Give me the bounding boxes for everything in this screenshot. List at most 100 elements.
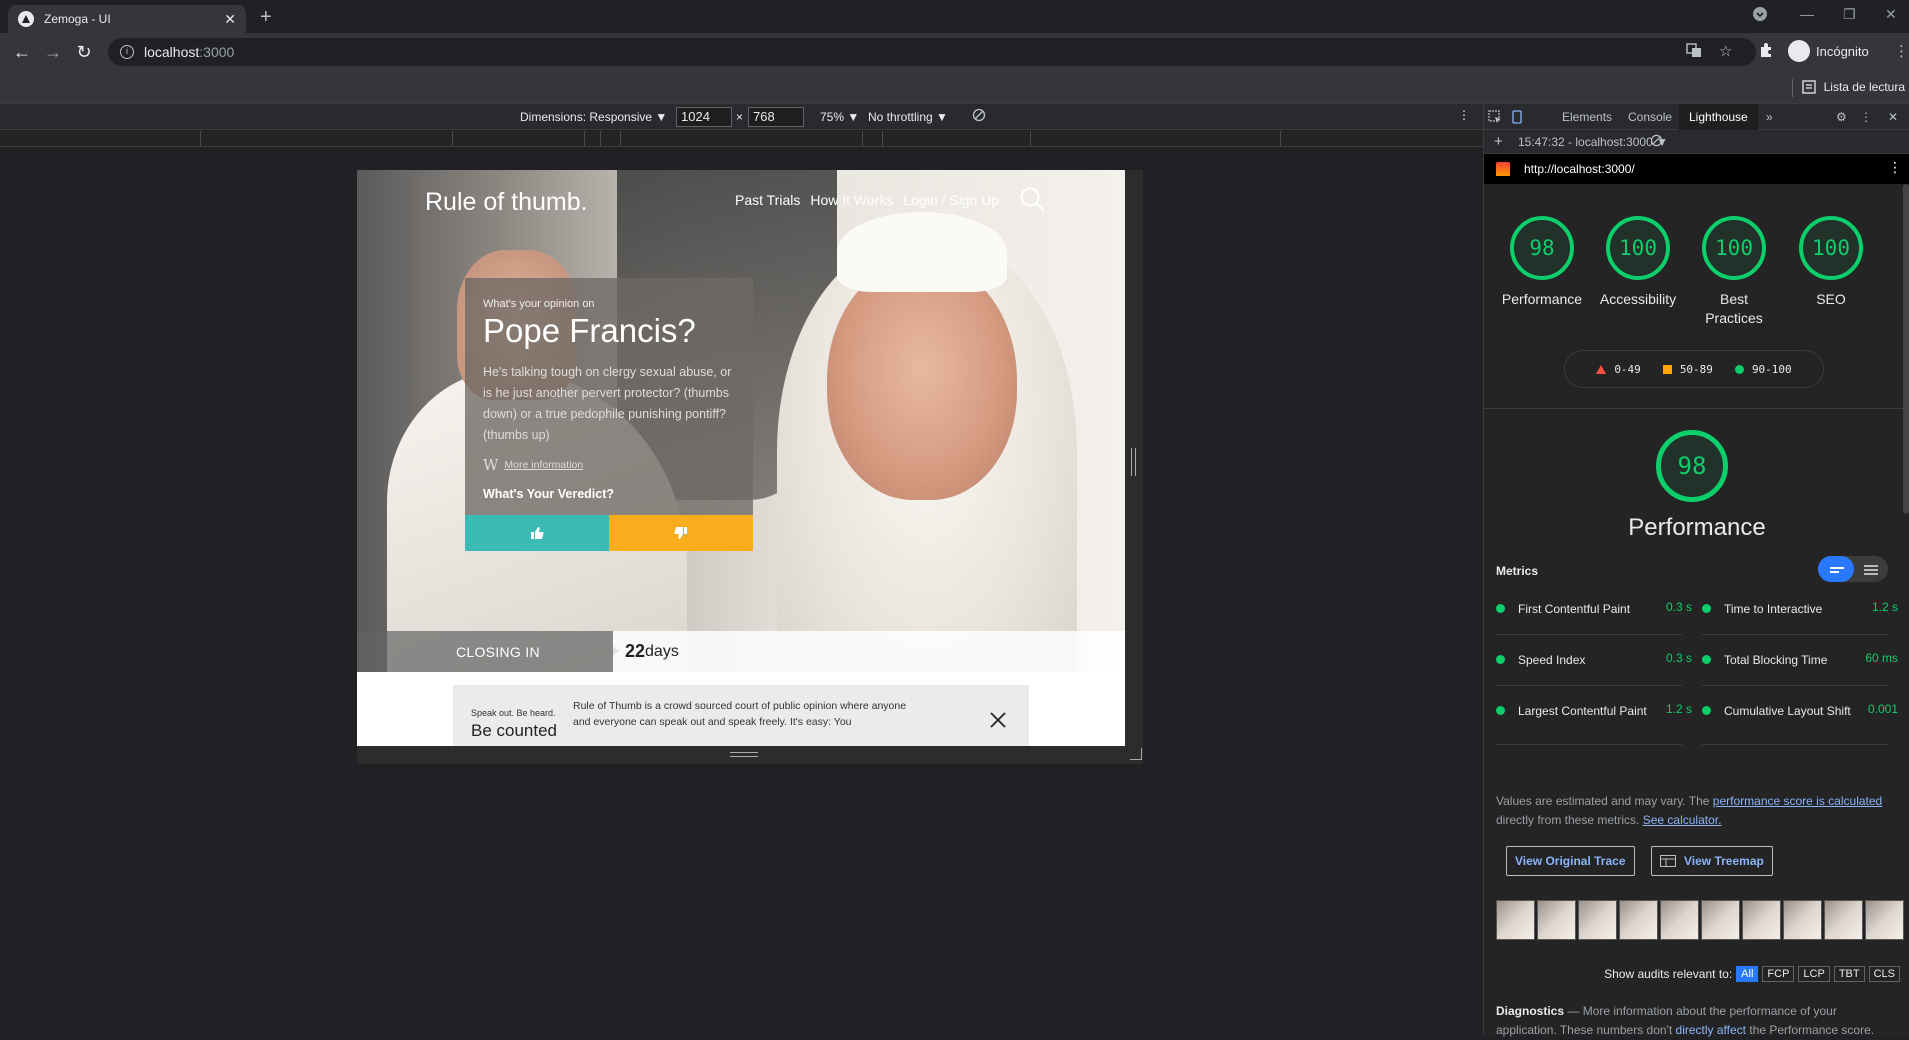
height-input[interactable]: 768: [748, 107, 804, 127]
bookmark-star-icon[interactable]: ☆: [1719, 42, 1732, 60]
filmstrip-frame: [1783, 900, 1822, 940]
score-calculated-link[interactable]: performance score is calculated: [1713, 794, 1882, 808]
reading-list-button[interactable]: Lista de lectura: [1801, 80, 1905, 94]
opinion-title: Pope Francis?: [483, 312, 696, 349]
nav-past-trials[interactable]: Past Trials: [735, 192, 800, 208]
forward-icon[interactable]: →: [43, 42, 63, 62]
close-window-icon[interactable]: ✕: [1885, 6, 1897, 23]
audit-filter-label: Show audits relevant to:: [1604, 967, 1733, 981]
resize-handle-bottom[interactable]: [357, 746, 1143, 764]
nav-login[interactable]: Login / Sign Up: [903, 192, 999, 208]
banner-body: Rule of Thumb is a crowd sourced court o…: [573, 700, 907, 728]
new-report-icon[interactable]: +: [1494, 133, 1503, 150]
resize-corner-handle[interactable]: [1130, 748, 1142, 760]
back-icon[interactable]: ←: [12, 42, 32, 62]
score-value: 100: [1606, 216, 1670, 280]
close-devtools-icon[interactable]: ✕: [1878, 104, 1908, 130]
gauge-performance[interactable]: 98 Performance: [1497, 216, 1587, 309]
lighthouse-toolbar: + 15:47:32 - localhost:3000 ▼: [1484, 130, 1909, 154]
filmstrip-frame: [1865, 900, 1904, 940]
new-tab-icon[interactable]: +: [260, 6, 272, 29]
tab-search-icon[interactable]: [1752, 6, 1768, 22]
see-calculator-link[interactable]: See calculator.: [1643, 813, 1722, 827]
minimize-icon[interactable]: —: [1800, 6, 1814, 22]
rotate-icon[interactable]: [972, 108, 986, 122]
filmstrip: [1496, 900, 1904, 940]
tab-lighthouse[interactable]: Lighthouse: [1679, 104, 1758, 130]
tab-strip: Zemoga - UI ✕ + — ❐ ✕: [0, 0, 1909, 33]
filter-tbt[interactable]: TBT: [1833, 966, 1865, 982]
clear-reports-icon[interactable]: [1650, 134, 1663, 147]
thumbs-up-button[interactable]: [465, 515, 609, 551]
report-menu-icon[interactable]: ⋮: [1888, 159, 1902, 176]
filmstrip-frame: [1619, 900, 1658, 940]
devtools-scrollbar[interactable]: [1903, 184, 1909, 514]
filter-cls[interactable]: CLS: [1868, 966, 1900, 982]
info-icon[interactable]: i: [120, 45, 134, 59]
filmstrip-frame: [1742, 900, 1781, 940]
close-tab-icon[interactable]: ✕: [224, 11, 236, 28]
legend-average: 50-89: [1662, 363, 1713, 376]
close-banner-icon[interactable]: [989, 711, 1007, 729]
address-bar[interactable]: i localhost:3000: [108, 38, 1756, 66]
more-information-link[interactable]: W More information: [483, 456, 583, 474]
hero-face: [827, 260, 1017, 500]
filmstrip-frame: [1701, 900, 1740, 940]
tab-title: Zemoga - UI: [44, 12, 111, 26]
gauge-seo[interactable]: 100 SEO: [1786, 216, 1876, 309]
thumbs-down-button[interactable]: [609, 515, 753, 551]
more-tabs-icon[interactable]: »: [1756, 104, 1783, 130]
resize-handle-right[interactable]: [1125, 170, 1143, 746]
tab-elements[interactable]: Elements: [1552, 104, 1622, 130]
view-treemap-button[interactable]: View Treemap: [1651, 846, 1773, 876]
throttling-dropdown[interactable]: No throttling ▼: [868, 110, 948, 124]
compact-view-icon[interactable]: [1818, 556, 1854, 582]
directly-affect-link[interactable]: directly affect: [1676, 1023, 1746, 1037]
veredict-label: What's Your Veredict?: [483, 487, 615, 501]
opinion-body: He's talking tough on clergy sexual abus…: [483, 365, 732, 442]
banner-pretitle: Speak out. Be heard.: [471, 708, 556, 718]
legend-pass: 90-100: [1734, 363, 1792, 376]
metric-value: 1.2 s: [1665, 702, 1692, 716]
translate-icon[interactable]: [1686, 42, 1702, 58]
site-page: Rule of thumb. Past Trials How It Works …: [357, 170, 1125, 746]
incognito-icon: [1788, 40, 1810, 62]
restore-icon[interactable]: ❐: [1843, 6, 1856, 23]
search-icon[interactable]: [1019, 186, 1047, 214]
performance-score-large: 98: [1656, 430, 1728, 502]
report-url[interactable]: http://localhost:3000/: [1524, 162, 1635, 176]
filter-lcp[interactable]: LCP: [1798, 966, 1830, 982]
device-toggle-icon[interactable]: [1510, 110, 1524, 124]
dimensions-dropdown[interactable]: Dimensions: Responsive ▼: [520, 110, 667, 124]
browser-tab[interactable]: Zemoga - UI ✕: [8, 5, 246, 33]
incognito-profile[interactable]: Incógnito: [1788, 40, 1869, 62]
pass-dot-icon: [1702, 604, 1711, 613]
nav-how-it-works[interactable]: How It Works: [810, 192, 893, 208]
extensions-icon[interactable]: [1758, 42, 1774, 58]
reload-icon[interactable]: ↻: [74, 42, 94, 62]
expanded-view-icon[interactable]: [1864, 565, 1878, 567]
width-input[interactable]: 1024: [676, 107, 732, 127]
tab-console[interactable]: Console: [1618, 104, 1682, 130]
reading-list-label: Lista de lectura: [1823, 80, 1905, 94]
closing-in-label: CLOSING IN: [357, 631, 613, 672]
device-menu-icon[interactable]: ⋮: [1458, 108, 1470, 122]
menu-kebab-icon[interactable]: ⋮: [1894, 42, 1909, 60]
view-original-trace-button[interactable]: View Original Trace: [1506, 846, 1635, 876]
metrics-view-toggle[interactable]: [1818, 556, 1888, 582]
devtools-tabbar: Elements Console Lighthouse » ⚙ ⋮ ✕: [1484, 104, 1909, 130]
divider: [1792, 79, 1793, 97]
site-brand[interactable]: Rule of thumb.: [425, 188, 588, 217]
gauge-best-practices[interactable]: 100 Best Practices: [1689, 216, 1779, 328]
more-information-label: More information: [504, 459, 584, 471]
square-icon: [1662, 364, 1672, 374]
gauge-accessibility[interactable]: 100 Accessibility: [1593, 216, 1683, 309]
filter-fcp[interactable]: FCP: [1762, 966, 1795, 982]
days-remaining: 22 days: [613, 631, 1125, 672]
opinion-pretitle: What's your opinion on: [483, 298, 595, 310]
filter-all[interactable]: All: [1736, 966, 1759, 982]
inspect-element-icon[interactable]: [1488, 110, 1502, 124]
report-select[interactable]: 15:47:32 - localhost:3000 ▼: [1518, 135, 1668, 149]
zoom-dropdown[interactable]: 75% ▼: [820, 110, 859, 124]
divider: [1702, 634, 1888, 635]
